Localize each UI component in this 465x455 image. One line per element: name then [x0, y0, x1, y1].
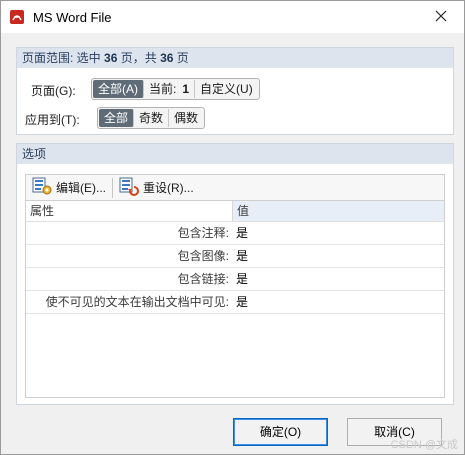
page-range-prefix: 页面范围: 选中 [22, 51, 101, 65]
total-count: 36 [160, 51, 174, 65]
property-name: 使不可见的文本在输出文档中可见: [45, 295, 229, 309]
apply-option-odd[interactable]: 奇数 [134, 109, 170, 127]
apply-to-selector: 全部 奇数 偶数 [97, 107, 206, 129]
edit-properties-icon [32, 176, 52, 199]
dialog-window: MS Word File 页面范围: 选中 36 页，共 36 页 页面(G):… [0, 0, 465, 455]
apply-to-label: 应用到(T): [25, 113, 80, 127]
property-name: 包含图像: [177, 249, 229, 263]
reset-button-label: 重设(R)... [143, 181, 194, 195]
apply-option-all[interactable]: 全部 [99, 109, 135, 127]
property-value[interactable]: 是 [233, 268, 444, 290]
watermark: CSDN @文成 [390, 439, 458, 451]
title-bar[interactable]: MS Word File [1, 1, 464, 33]
table-row[interactable]: 包含图像: 是 [26, 245, 444, 268]
page-range-suffix: 页 [176, 51, 189, 65]
close-icon [435, 10, 447, 25]
current-value: 1 [182, 82, 190, 96]
window-title: MS Word File [33, 10, 112, 25]
pages-option-custom[interactable]: 自定义(U) [195, 80, 258, 98]
table-row[interactable]: 包含链接: 是 [26, 268, 444, 291]
property-value[interactable]: 是 [233, 245, 444, 267]
page-range-mid: 页，共 [120, 51, 157, 65]
column-header-property[interactable]: 属性 [26, 201, 233, 221]
reset-properties-icon [119, 176, 139, 199]
properties-grid: 属性 值 包含注释: 是 包含图像: 是 包含链接: 是 使不可见的文本在输出文… [25, 201, 445, 398]
edit-button[interactable]: 编辑(E)... [26, 175, 112, 200]
grid-header: 属性 值 [26, 201, 444, 222]
column-header-value[interactable]: 值 [233, 201, 444, 221]
page-range-header: 页面范围: 选中 36 页，共 36 页 [17, 48, 453, 68]
table-row[interactable]: 包含注释: 是 [26, 222, 444, 245]
selected-count: 36 [104, 51, 118, 65]
pages-option-all[interactable]: 全部(A) [93, 80, 144, 98]
pages-label: 页面(G): [31, 84, 76, 98]
table-row[interactable]: 使不可见的文本在输出文档中可见: 是 [26, 291, 444, 314]
property-name: 包含链接: [177, 272, 229, 286]
options-toolbar: 编辑(E)... 重设(R)... [25, 174, 445, 201]
current-label: 当前: [149, 82, 177, 96]
edit-button-label: 编辑(E)... [56, 181, 106, 195]
pages-selector: 全部(A) 当前: 1 自定义(U) [91, 78, 260, 100]
page-range-group: 页面范围: 选中 36 页，共 36 页 页面(G): 全部(A) 当前: 1 … [16, 47, 454, 135]
property-value[interactable]: 是 [233, 291, 444, 313]
pages-option-current[interactable]: 当前: 1 [144, 80, 196, 98]
options-group: 选项 编辑(E)... 重设(R)... 属性 值 包含注释: 是 包含图像: … [16, 143, 454, 405]
close-button[interactable] [418, 1, 464, 33]
reset-button[interactable]: 重设(R)... [113, 175, 200, 200]
apply-option-even[interactable]: 偶数 [169, 109, 203, 127]
property-name: 包含注释: [177, 226, 229, 240]
property-value[interactable]: 是 [233, 222, 444, 244]
options-header: 选项 [17, 144, 453, 164]
ok-button[interactable]: 确定(O) [233, 418, 328, 446]
dialog-client: 页面范围: 选中 36 页，共 36 页 页面(G): 全部(A) 当前: 1 … [4, 33, 461, 453]
pdf-app-icon [9, 9, 25, 25]
